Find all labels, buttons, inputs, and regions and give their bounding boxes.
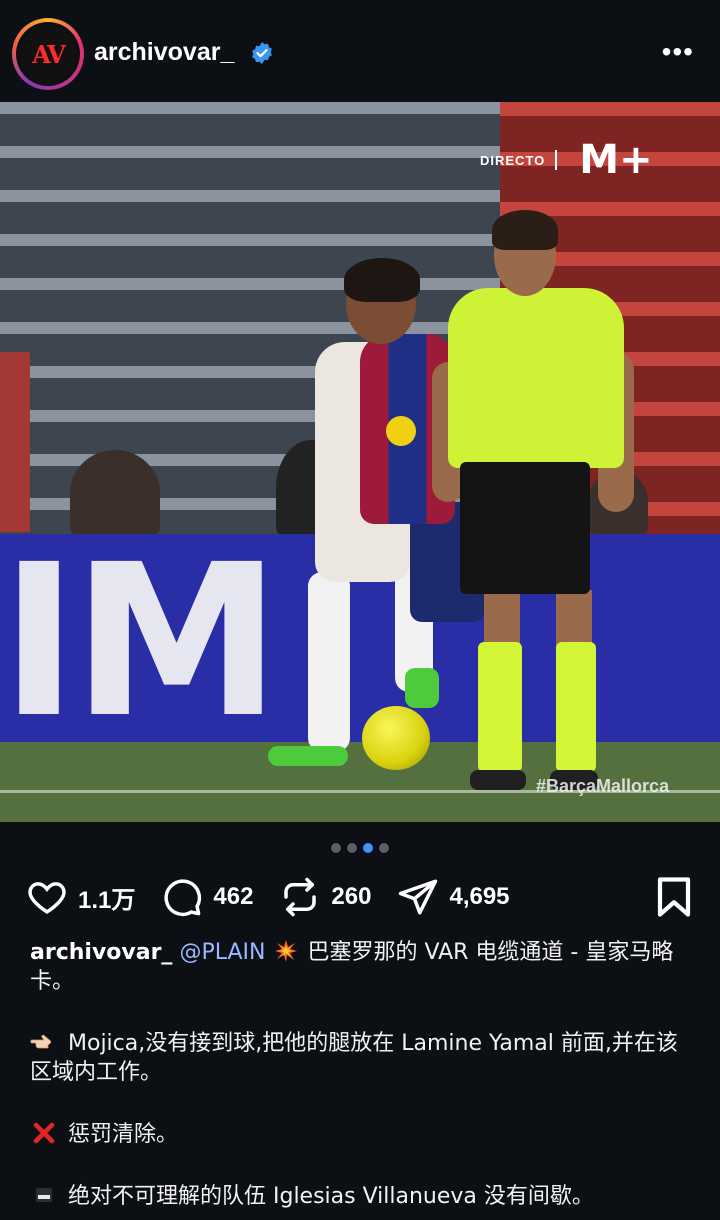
avatar-logo: AV [19,25,77,83]
heart-icon [28,882,66,914]
carousel-dot[interactable] [379,843,389,853]
caption-line: 惩罚清除。 [30,1120,690,1149]
caption-text: 惩罚清除。 [68,1122,179,1147]
match-hashtag: #BarçaMallorca [536,776,670,796]
share-button[interactable]: 4,695 [397,876,510,918]
referee [448,288,624,468]
pointing-hand-icon [30,1034,52,1049]
caption-mention[interactable]: @PLAIN [179,940,265,965]
carousel-dot-active[interactable] [363,843,373,853]
action-bar: 1.1万 462 260 4,695 [26,873,536,921]
carousel-dot[interactable] [347,843,357,853]
caption-line: Mojica,没有接到球,把他的腿放在 Lamine Yamal 前面,并在该区… [30,1029,690,1087]
live-label: DIRECTO [480,152,546,168]
caption-line: 绝对不可理解的队伍 Iglesias Villanueva 没有间歇。 [30,1182,690,1211]
share-count: 4,695 [449,883,510,910]
banner-text: IM [0,519,281,764]
channel-logo: M+ [579,137,653,183]
football [362,706,430,770]
caption-text: Mojica,没有接到球,把他的腿放在 Lamine Yamal 前面,并在该区… [30,1031,678,1085]
comment-count: 462 [213,883,254,910]
carousel-dot[interactable] [331,843,341,853]
broadcast-overlay: DIRECTO M+ [480,140,653,180]
bookmark-icon[interactable] [656,876,692,918]
comment-button[interactable]: 462 [161,876,253,918]
post-caption: archivovar_ @PLAIN 巴塞罗那的 VAR 电缆通道 - 皇家马略… [30,938,690,1220]
caption-text: 绝对不可理解的队伍 Iglesias Villanueva 没有间歇。 [68,1184,594,1209]
repost-count: 260 [331,883,372,910]
comment-icon [164,879,202,917]
post-header: AV archivovar_ ••• [0,0,720,102]
caption-username[interactable]: archivovar_ [30,940,172,965]
caption-line: archivovar_ @PLAIN 巴塞罗那的 VAR 电缆通道 - 皇家马略… [30,938,690,996]
verified-badge-icon [252,42,272,64]
repost-button[interactable]: 260 [279,876,371,918]
collision-icon [275,940,298,962]
carousel-indicator [0,843,720,853]
like-count: 1.1万 [78,886,136,914]
like-button[interactable]: 1.1万 [26,876,135,918]
avatar[interactable]: AV [12,18,84,90]
black-square-icon [36,1188,52,1202]
paper-plane-icon [399,879,438,915]
cross-mark-icon [33,1122,55,1144]
username[interactable]: archivovar_ [94,38,234,67]
sponsor-logo-icon [386,416,416,446]
post-media[interactable]: IM DIRECTO M+ #BarçaMallorca [0,102,720,822]
repost-icon [284,877,317,917]
more-options-icon[interactable]: ••• [662,38,694,66]
